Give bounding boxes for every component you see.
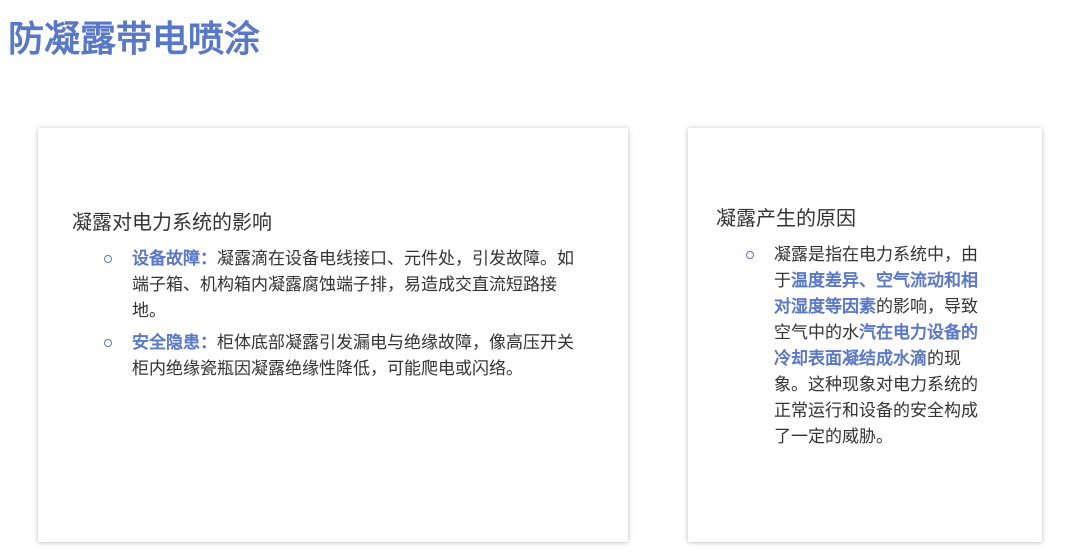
impact-card: 凝露对电力系统的影响 设备故障：凝露滴在设备电线接口、元件处，引发故障。如端子箱… (38, 128, 628, 542)
circle-bullet-icon (104, 255, 112, 263)
list-item: 凝露是指在电力系统中，由于温度差异、空气流动和相对湿度等因素的影响，导致空气中的… (746, 242, 986, 450)
circle-bullet-icon (104, 339, 112, 347)
cause-card: 凝露产生的原因 凝露是指在电力系统中，由于温度差异、空气流动和相对湿度等因素的影… (688, 128, 1042, 542)
cause-list: 凝露是指在电力系统中，由于温度差异、空气流动和相对湿度等因素的影响，导致空气中的… (746, 242, 986, 456)
list-item: 安全隐患：柜体底部凝露引发漏电与绝缘故障，像高压开关柜内绝缘瓷瓶因凝露绝缘性降低… (104, 330, 584, 382)
impact-list: 设备故障：凝露滴在设备电线接口、元件处，引发故障。如端子箱、机构箱内凝露腐蚀端子… (104, 246, 584, 388)
bullet-term: 安全隐患： (132, 333, 217, 353)
circle-bullet-icon (746, 251, 754, 259)
cause-card-heading: 凝露产生的原因 (716, 206, 856, 230)
impact-card-heading: 凝露对电力系统的影响 (72, 210, 272, 234)
list-item: 设备故障：凝露滴在设备电线接口、元件处，引发故障。如端子箱、机构箱内凝露腐蚀端子… (104, 246, 584, 324)
page-title: 防凝露带电喷涂 (8, 19, 261, 60)
bullet-term: 设备故障： (132, 249, 217, 269)
